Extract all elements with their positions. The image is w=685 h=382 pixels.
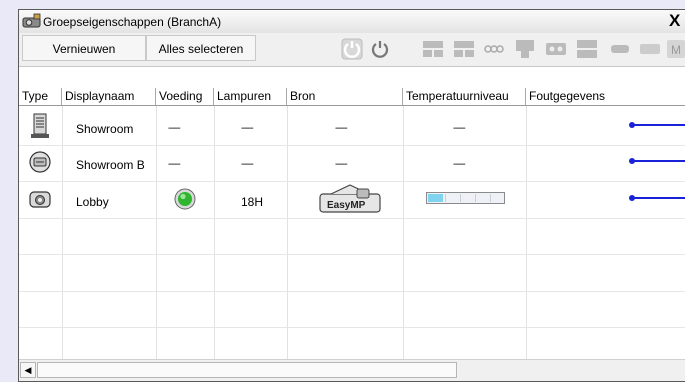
lamp-hours: -----: [241, 159, 254, 170]
input-easymp-icon[interactable]: [609, 38, 631, 60]
input-computer-icon[interactable]: [422, 38, 444, 60]
grid-line: [19, 254, 685, 255]
projector-table: Type Displaynaam Voeding Lampuren Bron T…: [19, 66, 685, 362]
projector-camera-icon: [29, 191, 51, 208]
projector-round-icon: [29, 151, 51, 173]
temperature: -----: [453, 159, 466, 170]
column-header-error-info[interactable]: Foutgegevens: [526, 88, 685, 105]
column-header-type[interactable]: Type: [19, 88, 62, 105]
lamp-hours: 18H: [241, 195, 264, 209]
close-icon[interactable]: X: [669, 12, 680, 30]
horizontal-scrollbar[interactable]: ◀: [19, 359, 685, 381]
input-svideo-icon[interactable]: [545, 38, 567, 60]
source: -----: [335, 159, 348, 170]
column-header-power[interactable]: Voeding: [156, 88, 214, 105]
power-on-icon[interactable]: [341, 38, 363, 60]
refresh-button[interactable]: Vernieuwen: [22, 35, 146, 61]
lamp-hours: -----: [241, 123, 254, 134]
error-indicator-line: [631, 124, 685, 126]
display-name: Showroom B: [76, 158, 145, 172]
power-status: -----: [168, 159, 181, 170]
temperature-level-bar: [426, 192, 505, 204]
input-usb-icon[interactable]: [639, 38, 661, 60]
grid-line: [19, 218, 685, 219]
input-computer2-icon[interactable]: [453, 38, 475, 60]
error-indicator-dot: [629, 158, 635, 164]
power-status: -----: [168, 123, 181, 134]
toolbar: Vernieuwen Alles selecteren M: [19, 33, 685, 67]
svg-text:M: M: [671, 43, 681, 57]
select-all-button[interactable]: Alles selecteren: [146, 35, 256, 61]
column-header-source[interactable]: Bron: [287, 88, 403, 105]
display-name: Showroom: [76, 122, 134, 136]
grid-line: [19, 291, 685, 292]
grid-line: [19, 327, 685, 328]
source: -----: [335, 123, 348, 134]
column-header-temperature[interactable]: Temperatuurniveau: [403, 88, 526, 105]
more-icon[interactable]: M: [665, 38, 685, 60]
input-video-icon[interactable]: [483, 38, 505, 60]
grid-line: [19, 181, 685, 182]
display-name: Lobby: [76, 195, 109, 209]
scroll-left-icon[interactable]: ◀: [20, 362, 36, 378]
title-bar: Groepseigenschappen (BranchA) X: [19, 10, 685, 34]
temperature-level-fill: [428, 194, 443, 202]
input-dvi-icon[interactable]: [514, 38, 536, 60]
error-indicator-dot: [629, 122, 635, 128]
app-projector-icon: [22, 13, 41, 28]
error-indicator-line: [631, 160, 685, 162]
easymp-source-icon: EasyMP: [319, 184, 381, 213]
header-divider: [19, 105, 685, 106]
column-header-display-name[interactable]: Displaynaam: [62, 88, 156, 105]
window-title: Groepseigenschappen (BranchA): [43, 15, 222, 29]
input-hdmi-icon[interactable]: [576, 38, 598, 60]
error-indicator-dot: [629, 195, 635, 201]
power-on-status-icon: [174, 188, 196, 210]
grid-line: [19, 145, 685, 146]
error-indicator-line: [631, 197, 685, 199]
group-properties-window: Groepseigenschappen (BranchA) X Vernieuw…: [18, 9, 685, 382]
power-off-icon[interactable]: [369, 38, 391, 60]
scroll-thumb[interactable]: [37, 362, 457, 378]
source: EasyMP: [327, 200, 366, 211]
projector-tower-icon: [31, 113, 49, 138]
temperature: -----: [453, 123, 466, 134]
column-header-lamp-hours[interactable]: Lampuren: [214, 88, 287, 105]
